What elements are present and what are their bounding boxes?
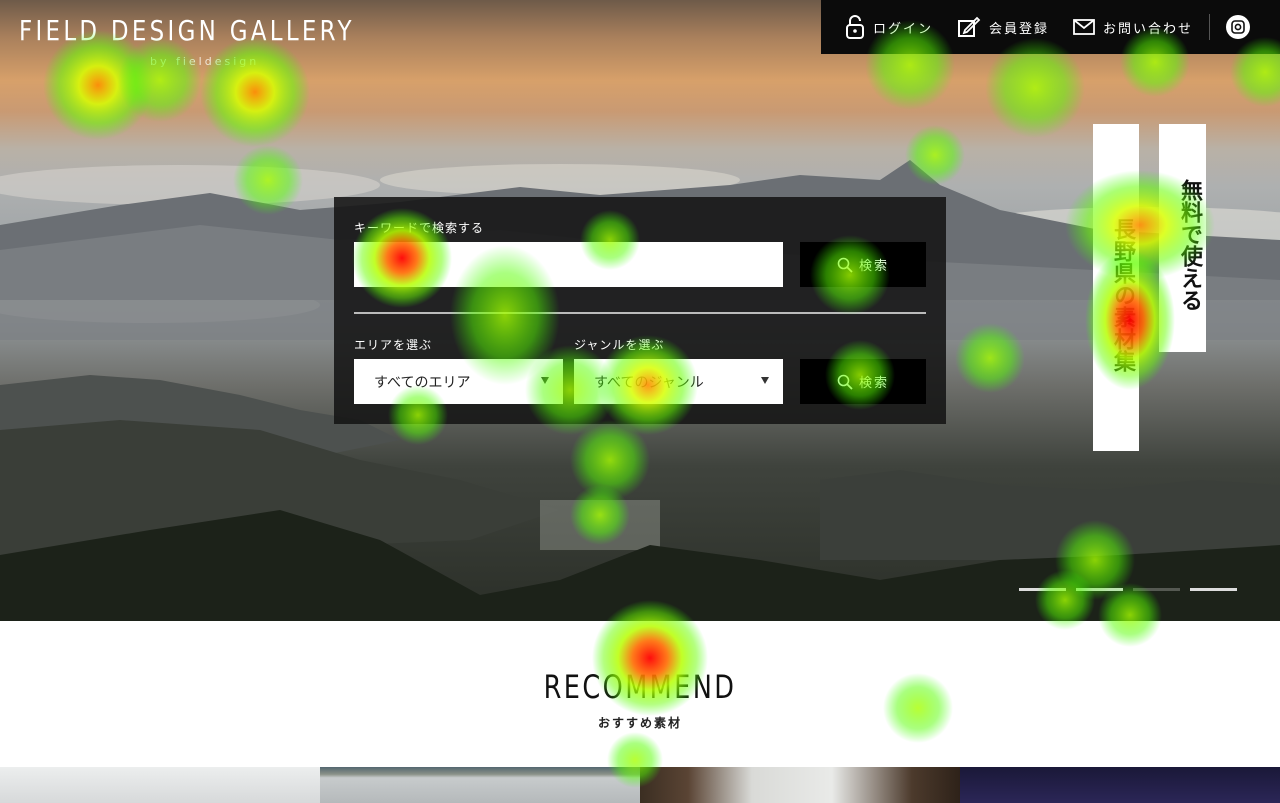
recommend-subtitle: おすすめ素材 — [597, 716, 682, 730]
recommend-thumbnails — [0, 767, 1280, 803]
register-link[interactable]: 会員登録 — [957, 16, 1049, 38]
hero-slideshow: FIELD DESIGN GALLERY by fieldesign ログイン … — [0, 0, 1280, 621]
recommend-item[interactable] — [640, 767, 960, 803]
recommend-item[interactable] — [320, 767, 640, 803]
login-label: ログイン — [873, 21, 934, 37]
register-label: 会員登録 — [989, 21, 1050, 37]
genre-select-value: すべてのジャンル — [594, 374, 704, 391]
genre-label: ジャンルを選ぶ — [574, 338, 665, 352]
nav-divider — [1209, 14, 1211, 40]
pencil-note-icon — [958, 16, 981, 37]
panel-divider — [354, 312, 926, 314]
area-select-value: すべてのエリア — [374, 374, 471, 391]
genre-select[interactable]: すべてのジャンル — [574, 359, 783, 404]
contact-label: お問い合わせ — [1103, 21, 1194, 37]
tagline-right: 無料で使える — [1159, 124, 1206, 352]
site-logo-sub: by fieldesign — [150, 55, 260, 68]
recommend-title: RECOMMEND — [543, 668, 737, 706]
instagram-link[interactable] — [1226, 15, 1251, 39]
tagline-left: 長野県の素材集 — [1093, 124, 1139, 451]
chevron-down-icon — [761, 377, 769, 384]
slide-indicator-4[interactable] — [1190, 588, 1237, 591]
recommend-item[interactable] — [0, 767, 320, 803]
slide-indicator-3[interactable] — [1133, 588, 1180, 591]
lock-icon — [846, 15, 864, 39]
instagram-icon — [1231, 20, 1245, 34]
area-label: エリアを選ぶ — [354, 338, 433, 352]
site-logo[interactable]: FIELD DESIGN GALLERY — [19, 14, 355, 47]
search-icon — [837, 257, 853, 273]
search-panel: キーワードで検索する 検索 エリアを選ぶ ジャンルを選ぶ すべてのエリア すべて… — [334, 197, 946, 424]
mail-icon — [1073, 19, 1095, 35]
keyword-search-button[interactable]: 検索 — [800, 242, 926, 287]
filter-search-label: 検索 — [858, 376, 889, 391]
login-link[interactable]: ログイン — [845, 14, 933, 40]
recommend-item[interactable] — [960, 767, 1280, 803]
keyword-label: キーワードで検索する — [354, 221, 485, 235]
contact-link[interactable]: お問い合わせ — [1073, 18, 1193, 37]
keyword-input[interactable] — [354, 242, 783, 287]
filter-search-button[interactable]: 検索 — [800, 359, 926, 404]
top-nav: ログイン 会員登録 お問い合わせ — [821, 0, 1280, 54]
area-select[interactable]: すべてのエリア — [354, 359, 563, 404]
slide-indicator-1[interactable] — [1019, 588, 1066, 591]
search-icon — [837, 374, 853, 390]
keyword-search-label: 検索 — [858, 259, 889, 274]
slide-indicator-2[interactable] — [1076, 588, 1123, 591]
chevron-down-icon — [541, 377, 549, 384]
